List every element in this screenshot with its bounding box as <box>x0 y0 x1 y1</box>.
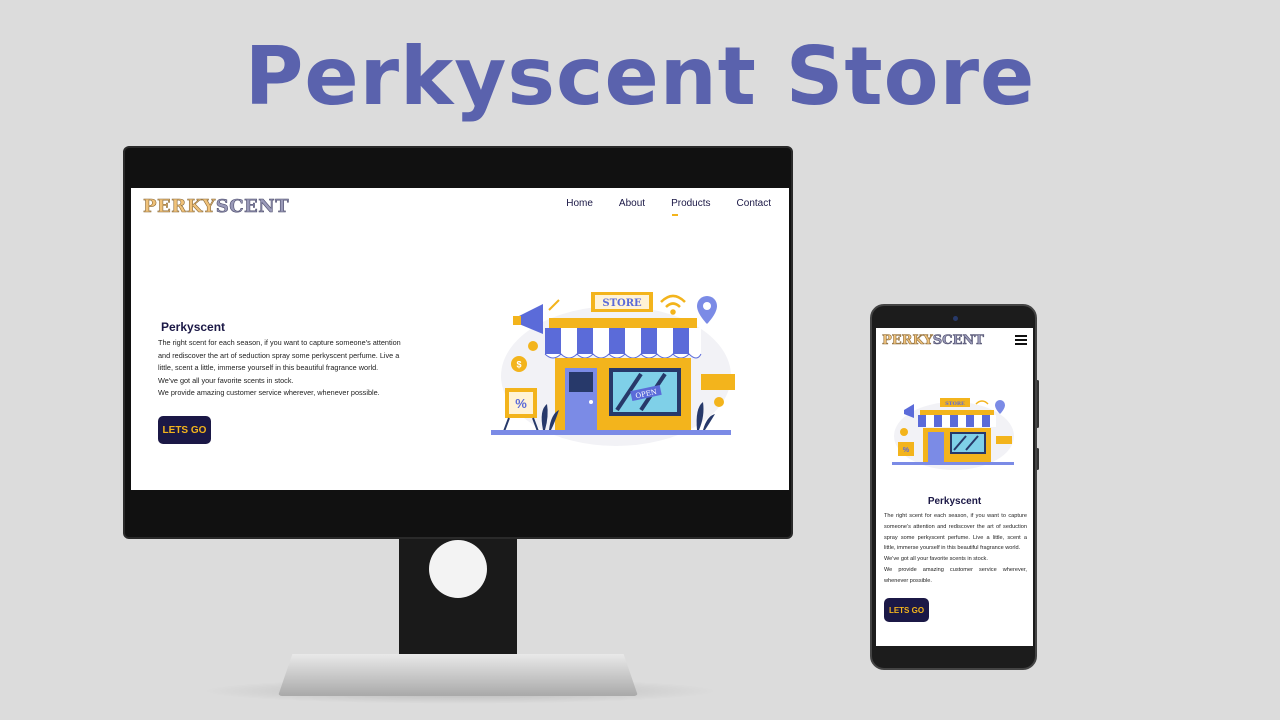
megaphone-icon <box>904 404 914 418</box>
svg-text:STORE: STORE <box>945 401 965 407</box>
monitor-stand-hole <box>429 540 487 598</box>
price-tag <box>701 374 735 390</box>
store-sign: STORE <box>591 292 653 312</box>
store-door <box>565 368 597 430</box>
dollar-coin-icon <box>900 428 908 436</box>
hero-text: Perkyscent The right scent for each seas… <box>158 320 408 400</box>
page-headline: Perkyscent Store <box>244 30 1036 123</box>
hero-paragraph-3: We provide amazing customer service wher… <box>884 566 1027 584</box>
store-illustration: STORE OPEN $ % <box>491 292 735 446</box>
ground <box>491 430 731 435</box>
wifi-icon <box>975 400 989 405</box>
nav-products[interactable]: Products <box>671 198 711 216</box>
roof-bar <box>549 318 697 328</box>
discount-board: % <box>502 388 540 435</box>
store-illustration-mobile: STORE % <box>892 398 1014 470</box>
awning <box>544 328 702 359</box>
nav-contact[interactable]: Contact <box>737 198 771 209</box>
location-pin-icon <box>995 400 1005 414</box>
nav-menu: Home About Products Contact <box>566 198 771 216</box>
svg-text:STORE: STORE <box>602 298 642 309</box>
store-window: OPEN <box>609 368 681 416</box>
svg-text:%: % <box>903 447 910 454</box>
phone-camera <box>953 316 958 321</box>
mobile-website: PERKYSCENT STORE % Perkyscent The right … <box>876 328 1033 646</box>
hamburger-menu-icon[interactable] <box>1015 335 1027 347</box>
hero-title: Perkyscent <box>161 320 226 334</box>
monitor-stand-base <box>278 654 638 696</box>
hero-title-mobile: Perkyscent <box>927 496 982 507</box>
hero-paragraph-2: We've got all your favorite scents in st… <box>158 375 294 385</box>
desktop-monitor: PERKYSCENT Home About Products Contact P… <box>123 146 793 539</box>
lets-go-button-mobile[interactable]: LETS GO <box>884 598 929 622</box>
hero-text-mobile: The right scent for each season, if you … <box>884 511 1027 587</box>
mobile-phone: PERKYSCENT STORE % Perkyscent The right … <box>870 304 1037 670</box>
brand-logo[interactable]: PERKYSCENT <box>143 196 289 218</box>
lets-go-button[interactable]: LETS GO <box>158 416 211 444</box>
svg-text:$: $ <box>516 360 521 370</box>
wifi-icon <box>660 294 686 315</box>
hero-paragraph-2: We've got all your favorite scents in st… <box>884 556 988 563</box>
nav-home[interactable]: Home <box>566 198 593 209</box>
location-pin-icon <box>697 296 717 324</box>
desktop-website: PERKYSCENT Home About Products Contact P… <box>131 188 789 490</box>
hero-paragraph-1: The right scent for each season, if you … <box>158 338 401 372</box>
navbar: PERKYSCENT Home About Products Contact <box>131 188 789 224</box>
hero-paragraph-1: The right scent for each season, if you … <box>884 513 1027 552</box>
brand-logo-mobile[interactable]: PERKYSCENT <box>882 333 985 349</box>
hero-paragraph-3: We provide amazing customer service wher… <box>158 388 380 397</box>
svg-text:%: % <box>515 396 527 411</box>
nav-about[interactable]: About <box>619 198 645 209</box>
